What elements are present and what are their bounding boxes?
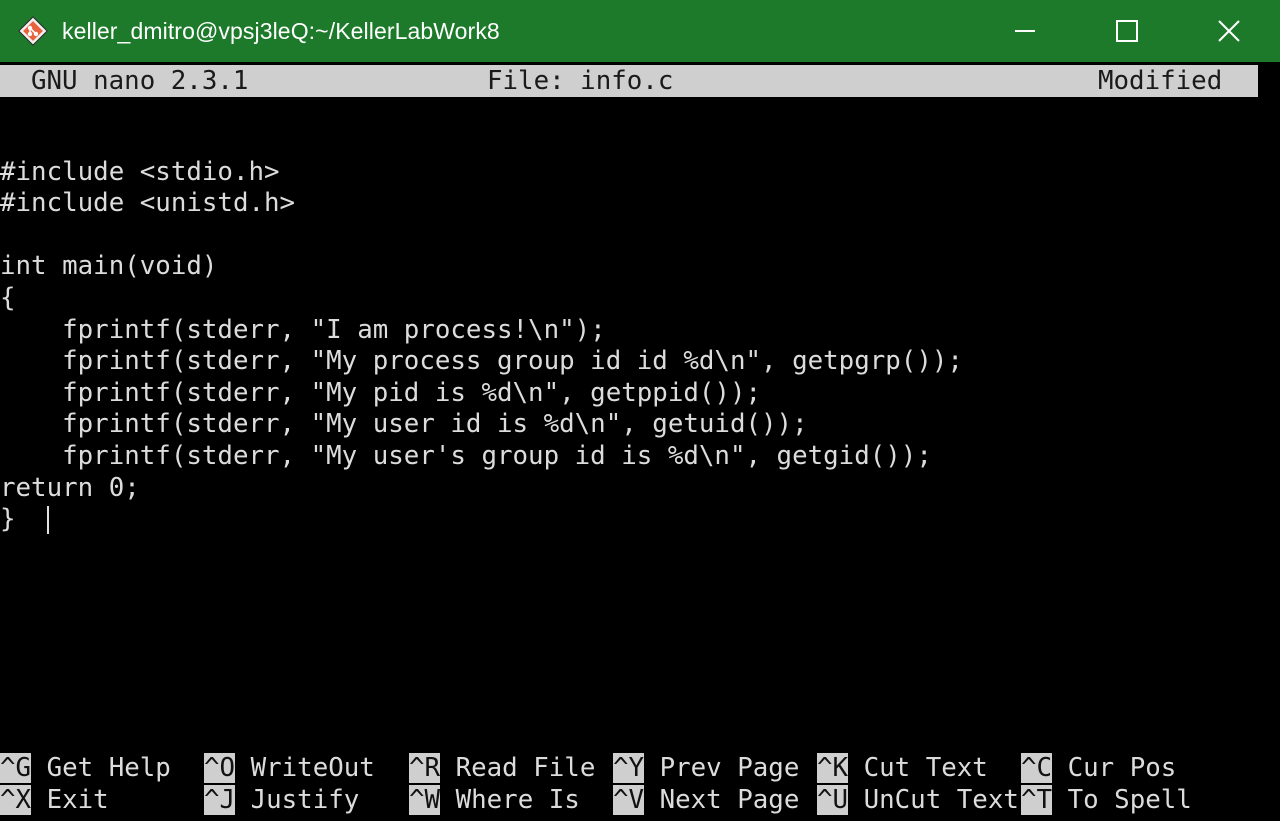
shortcut-key: ^W — [409, 784, 441, 815]
shortcut-get-help[interactable]: ^G Get Help — [0, 753, 171, 785]
shortcut-to-spell[interactable]: ^T To Spell — [1021, 784, 1192, 817]
code-line: return 0; — [0, 472, 140, 503]
nano-version: GNU nano 2.3.1 — [31, 66, 249, 96]
shortcut-key: ^O — [204, 753, 236, 783]
shortcut-where-is[interactable]: ^W Where Is — [409, 784, 580, 817]
shortcut-label: WriteOut — [235, 753, 375, 783]
git-diamond-icon — [16, 14, 50, 48]
shortcut-row-1: ^G Get Help ^O WriteOut ^R Read File ^Y … — [0, 753, 1258, 785]
shortcut-label: Next Page — [644, 784, 800, 815]
shortcut-label: Read File — [440, 753, 596, 783]
shortcut-read-file[interactable]: ^R Read File — [409, 753, 595, 785]
code-line-text: } — [0, 504, 47, 535]
shortcut-key: ^U — [817, 784, 849, 815]
minimize-button[interactable] — [974, 0, 1076, 62]
shortcut-label: Justify — [235, 784, 360, 815]
code-line: fprintf(stderr, "My process group id id … — [0, 346, 963, 377]
terminal-area[interactable]: GNU nano 2.3.1 File: info.c Modified #in… — [0, 62, 1280, 821]
shortcut-key: ^C — [1021, 753, 1053, 783]
shortcut-key: ^R — [409, 753, 441, 783]
code-line: fprintf(stderr, "I am process!\n"); — [0, 314, 606, 345]
shortcut-next-page[interactable]: ^V Next Page — [613, 784, 800, 817]
close-icon — [1218, 20, 1240, 42]
maximize-icon — [1116, 20, 1138, 42]
shortcut-row-2: ^X Exit ^J Justify ^W Where Is ^V Next P… — [0, 784, 1258, 817]
code-line: fprintf(stderr, "My user's group id is %… — [0, 440, 932, 471]
shortcut-key: ^K — [817, 753, 849, 783]
shortcut-label: Exit — [31, 784, 109, 815]
shortcut-uncut-text[interactable]: ^U UnCut Text — [817, 784, 1019, 817]
nano-status: Modified — [1098, 66, 1223, 96]
code-line: fprintf(stderr, "My pid is %d\n", getppi… — [0, 377, 762, 408]
window-title: keller_dmitro@vpsj3leQ:~/KellerLabWork8 — [62, 17, 500, 44]
shortcut-cut-text[interactable]: ^K Cut Text — [817, 753, 988, 785]
shortcut-key: ^X — [0, 784, 32, 815]
code-editor[interactable]: #include <stdio.h> #include <unistd.h> i… — [0, 125, 1258, 536]
code-line: fprintf(stderr, "My user id is %d\n", ge… — [0, 409, 808, 440]
code-line-last: } — [0, 504, 1258, 536]
minimize-icon — [1015, 30, 1035, 32]
terminal-window: keller_dmitro@vpsj3leQ:~/KellerLabWork8 — [0, 0, 1280, 821]
maximize-button[interactable] — [1076, 0, 1178, 62]
vertical-scrollbar[interactable] — [1258, 62, 1280, 821]
nano-filename: File: info.c — [487, 66, 674, 96]
shortcut-key: ^G — [0, 753, 32, 783]
code-line: int main(void) — [0, 251, 218, 282]
shortcut-label: Prev Page — [644, 753, 800, 783]
shortcut-key: ^T — [1021, 784, 1053, 815]
shortcut-label: To Spell — [1052, 784, 1192, 815]
shortcut-justify[interactable]: ^J Justify — [204, 784, 360, 817]
nano-shortcut-bar: ^G Get Help ^O WriteOut ^R Read File ^Y … — [0, 753, 1258, 816]
shortcut-exit[interactable]: ^X Exit — [0, 784, 109, 817]
shortcut-writeout[interactable]: ^O WriteOut — [204, 753, 375, 785]
title-bar[interactable]: keller_dmitro@vpsj3leQ:~/KellerLabWork8 — [0, 0, 1280, 62]
nano-header-bar: GNU nano 2.3.1 File: info.c Modified — [0, 65, 1258, 97]
shortcut-label: Cut Text — [848, 753, 988, 783]
shortcut-cur-pos[interactable]: ^C Cur Pos — [1021, 753, 1176, 785]
shortcut-label: Cur Pos — [1052, 753, 1177, 783]
code-line: #include <unistd.h> — [0, 188, 296, 219]
code-line: #include <stdio.h> — [0, 156, 280, 187]
shortcut-label: Get Help — [31, 753, 171, 783]
shortcut-key: ^V — [613, 784, 645, 815]
shortcut-key: ^J — [204, 784, 236, 815]
window-controls — [974, 0, 1280, 62]
shortcut-prev-page[interactable]: ^Y Prev Page — [613, 753, 799, 785]
shortcut-label: Where Is — [440, 784, 580, 815]
code-line: { — [0, 282, 16, 313]
shortcut-key: ^Y — [613, 753, 645, 783]
shortcut-label: UnCut Text — [848, 784, 1019, 815]
close-button[interactable] — [1178, 0, 1280, 62]
text-cursor — [46, 505, 49, 534]
